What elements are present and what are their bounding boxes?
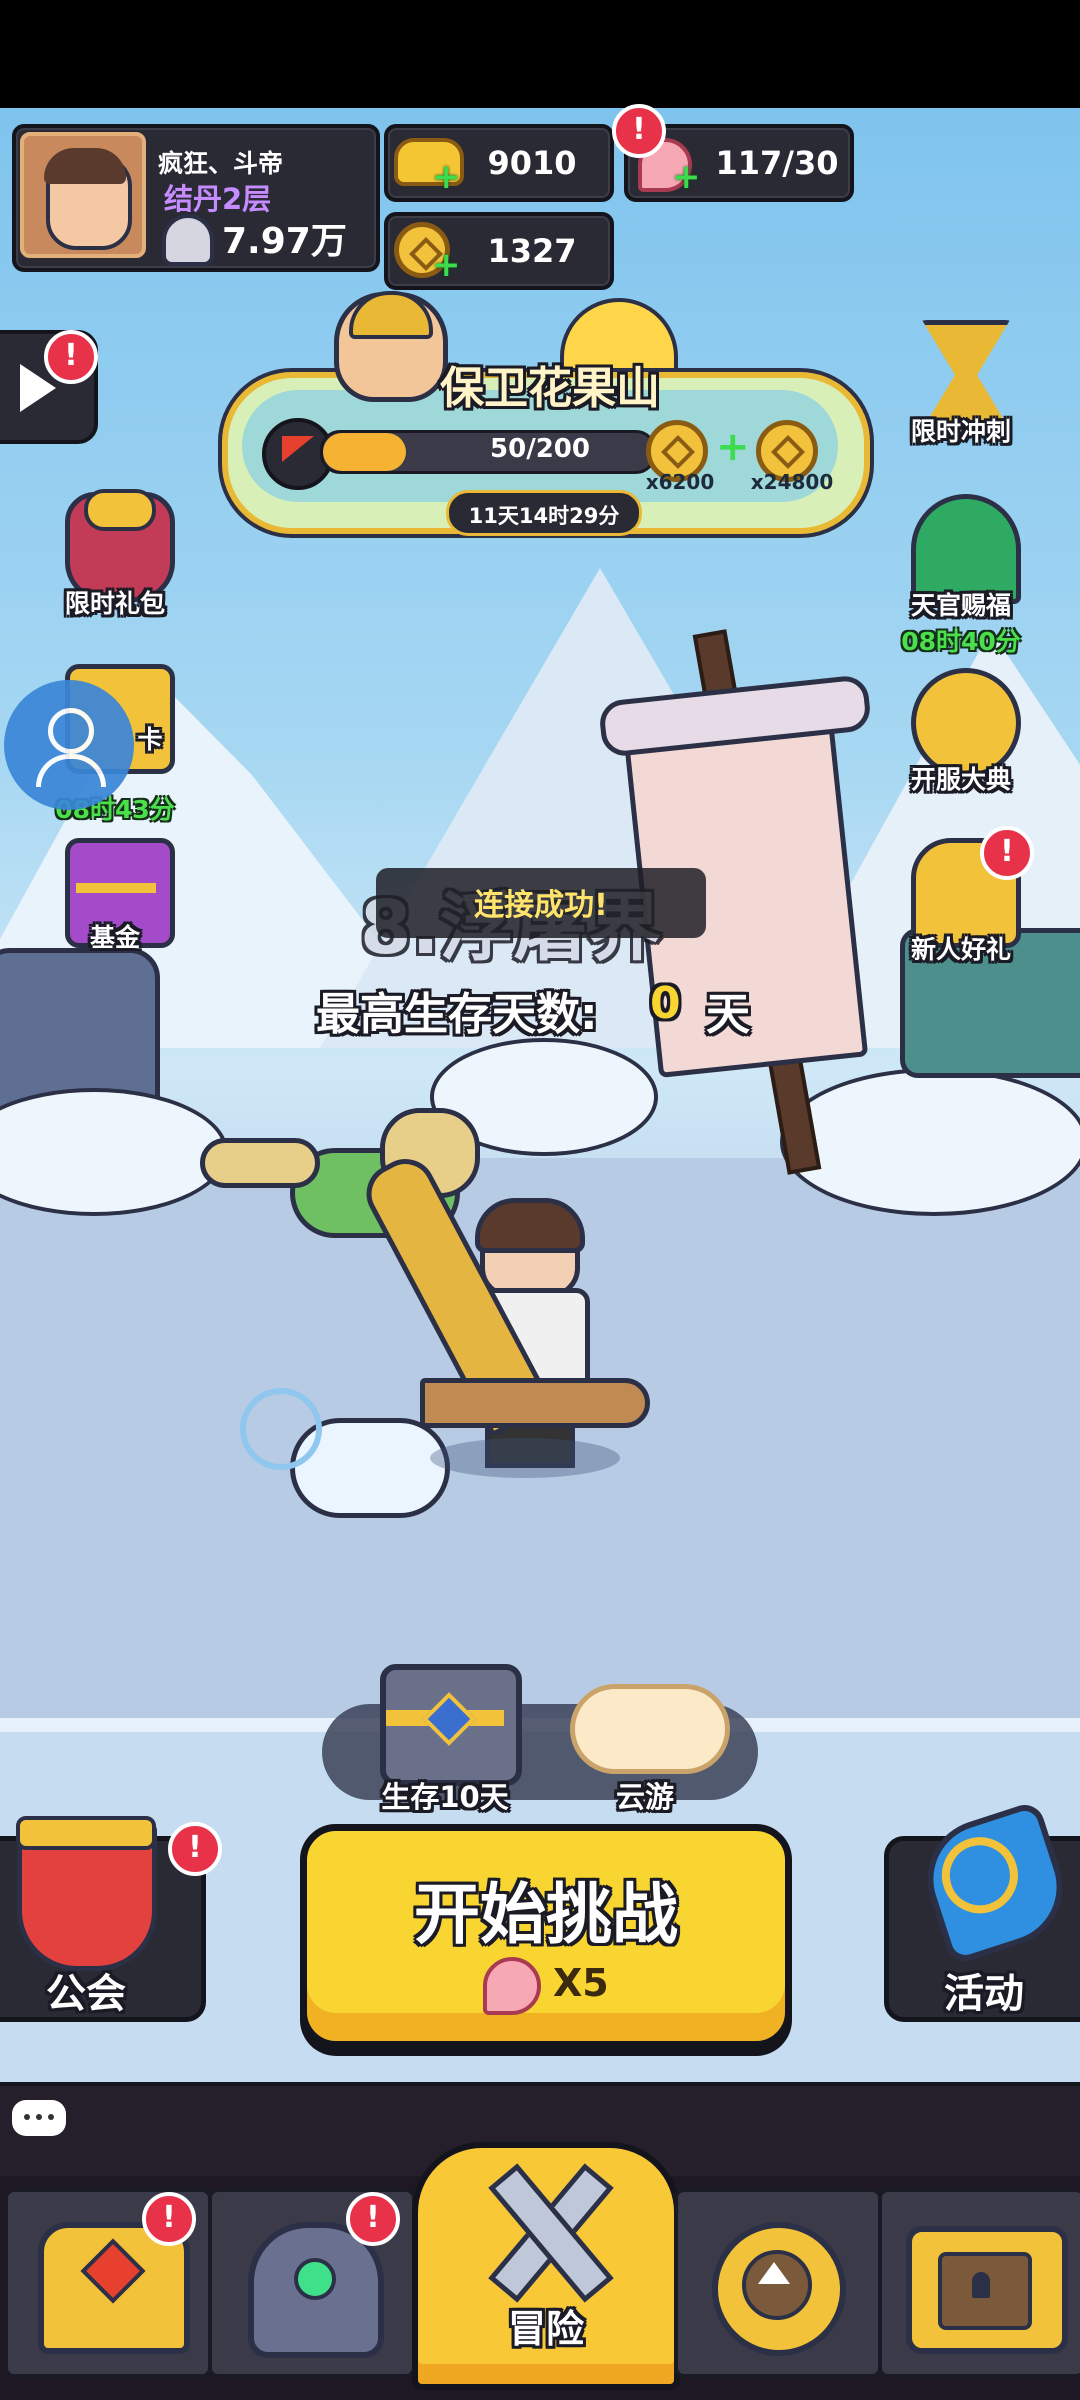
gold-add-icon[interactable]: +: [432, 160, 462, 194]
ground-shadow: [430, 1438, 620, 1478]
newbie-alert-badge: !: [980, 826, 1034, 880]
guild-banner-icon: [16, 1816, 157, 1971]
player-power: 7.97万: [222, 221, 347, 262]
nav-upgrade[interactable]: [674, 2188, 882, 2378]
survival-unit: 天: [706, 989, 750, 1040]
toast-message: 连接成功!: [376, 868, 706, 938]
event-countdown: 11天14时29分: [446, 490, 642, 536]
gift-pack-label: 限时礼包: [64, 589, 165, 618]
toast-text: 连接成功!: [474, 888, 608, 923]
chest-label: 生存10天: [381, 1780, 509, 1814]
nav-adventure-label: 冒险: [507, 2307, 584, 2351]
nav-treasure[interactable]: [878, 2188, 1080, 2378]
reward-1-amount: x6200: [645, 470, 715, 494]
video-alert-badge: !: [44, 330, 98, 384]
celebration-label: 开服大典: [910, 765, 1011, 794]
activity-label: 活动: [944, 1971, 1024, 2017]
nav-adventure[interactable]: 冒险: [412, 2142, 680, 2390]
cost-label: X5: [553, 1961, 609, 2005]
coin-amount: 1327: [487, 232, 577, 270]
sprint-label: 限时冲刺: [910, 417, 1011, 446]
fox-pet: [240, 1388, 450, 1518]
player-name: 疯狂、斗帝: [158, 149, 284, 178]
survival-days: 0: [650, 978, 681, 1029]
blessing-timer: 08时40分: [901, 627, 1021, 656]
snow-pile-right: [780, 1068, 1080, 1216]
power-icon: [162, 214, 214, 266]
gold-amount: 9010: [487, 144, 577, 182]
blessing-label: 天官赐福: [910, 591, 1011, 620]
event-progress-text: 50/200: [490, 434, 590, 464]
newbie-gift-label: 新人好礼: [910, 935, 1011, 964]
stamina-amount: 117/30: [715, 144, 839, 182]
user-icon: [48, 708, 94, 754]
start-challenge-button[interactable]: 开始挑战 X5: [300, 1824, 792, 2048]
activity-button[interactable]: 活动: [884, 1799, 1080, 2022]
survival-chest[interactable]: 生存10天: [370, 1664, 522, 1814]
nav-equipment-alert-badge: !: [346, 2192, 400, 2246]
fund-button[interactable]: 基金: [40, 838, 190, 988]
nav-home-alert-badge: !: [142, 2192, 196, 2246]
cost-peach-icon: [483, 1957, 541, 2015]
countdown-text: 11天14时29分: [468, 504, 620, 528]
coin-add-icon[interactable]: +: [432, 248, 462, 282]
celebration-button[interactable]: 开服大典: [886, 668, 1036, 818]
guild-alert-badge: !: [168, 1822, 222, 1876]
avatar[interactable]: [20, 132, 146, 258]
chest-icon: [380, 1664, 522, 1786]
reward-plus-icon: +: [716, 424, 750, 470]
event-progress-fill: [323, 433, 406, 471]
guild-label: 公会: [46, 1971, 126, 2017]
stamina-alert-badge: !: [612, 104, 666, 158]
sword-shadow: [420, 1378, 650, 1428]
event-title: 保卫花果山: [440, 363, 660, 414]
chat-icon[interactable]: [12, 2100, 66, 2136]
cloud-travel[interactable]: 云游: [570, 1664, 730, 1814]
survival-label: 最高生存天数:: [316, 989, 598, 1040]
customer-service-button[interactable]: [4, 680, 134, 810]
treasure-chest-icon: [906, 2226, 1068, 2354]
upgrade-arrow-icon: [712, 2222, 846, 2356]
start-challenge-label: 开始挑战: [414, 1876, 678, 1953]
blessing-button[interactable]: 天官赐福 08时40分: [886, 494, 1036, 656]
player-panel[interactable]: 疯狂、斗帝 结丹2层 7.97万: [12, 124, 380, 272]
gift-pack-button[interactable]: 限时礼包: [40, 489, 190, 642]
crossed-swords-icon: [474, 2158, 614, 2303]
gold-panel[interactable]: + 9010: [384, 124, 614, 202]
reward-2-amount: x24800: [750, 470, 834, 494]
stamina-add-icon[interactable]: +: [672, 160, 702, 194]
survival-row: 最高生存天数: 0 天: [316, 978, 796, 1040]
cloud-label: 云游: [615, 1780, 674, 1814]
coin-panel[interactable]: + 1327: [384, 212, 614, 290]
status-bar: [0, 0, 1080, 108]
cloud-icon: [570, 1684, 730, 1774]
sprint-button[interactable]: 限时冲刺: [886, 320, 1036, 470]
fund-label: 基金: [89, 923, 140, 952]
